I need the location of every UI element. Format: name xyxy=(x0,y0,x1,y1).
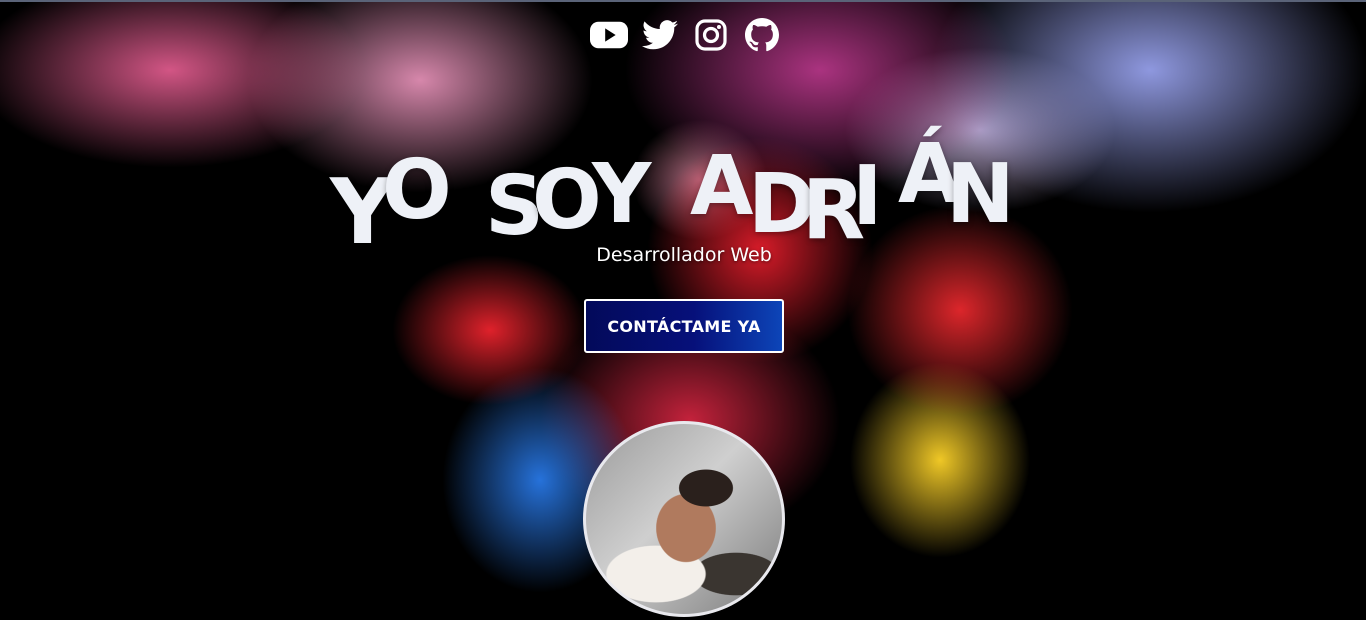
contact-button[interactable]: CONTÁCTAME YA xyxy=(584,299,784,353)
instagram-icon xyxy=(695,19,727,51)
twitter-icon xyxy=(642,20,679,50)
social-links xyxy=(590,17,780,53)
youtube-link[interactable] xyxy=(590,18,628,52)
instagram-link[interactable] xyxy=(693,18,730,52)
hero-subtitle: Desarrollador Web xyxy=(596,244,772,266)
avatar xyxy=(583,421,785,617)
youtube-icon xyxy=(590,21,628,49)
github-icon xyxy=(744,18,779,52)
title-letter: Y xyxy=(592,147,652,242)
title-letter: O xyxy=(382,143,452,238)
title-letter: A xyxy=(690,139,754,234)
title-letter: I xyxy=(852,149,883,244)
hero-title: Y O S O Y A D R I Á N xyxy=(330,134,1030,258)
github-link[interactable] xyxy=(743,18,780,52)
twitter-link[interactable] xyxy=(642,18,679,52)
top-border xyxy=(0,0,1366,2)
title-letter: N xyxy=(946,147,1015,242)
